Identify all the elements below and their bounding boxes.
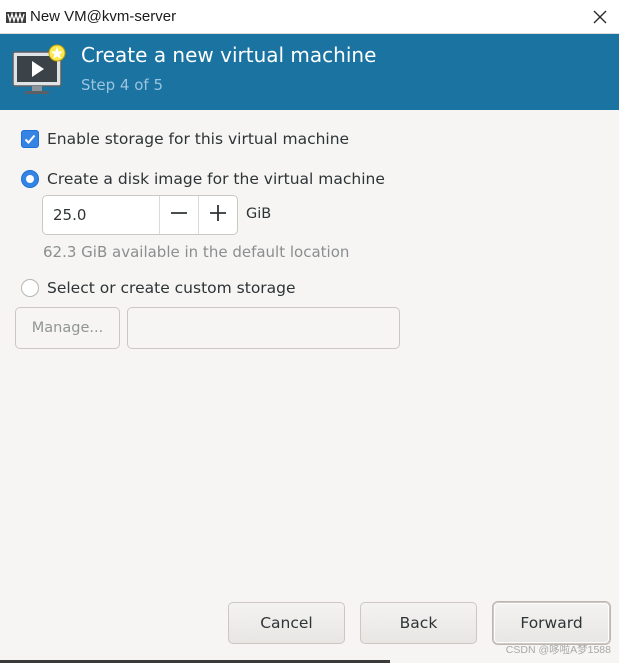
enable-storage-label: Enable storage for this virtual machine	[47, 130, 350, 148]
vm-monitor-icon	[10, 44, 68, 102]
custom-storage-radio[interactable]: Select or create custom storage	[21, 279, 296, 297]
plus-icon	[209, 204, 227, 226]
radio-selected-indicator[interactable]	[21, 170, 39, 188]
disk-size-spinbutton[interactable]	[42, 195, 238, 235]
close-icon[interactable]	[589, 6, 611, 28]
csdn-watermark: CSDN @哆啦A梦1588	[505, 644, 611, 656]
radio-unselected-indicator[interactable]	[21, 279, 39, 297]
available-space-text: 62.3 GiB available in the default locati…	[43, 243, 350, 261]
forward-button[interactable]: Forward	[493, 602, 610, 644]
window-title: New VM@kvm-server	[30, 8, 177, 25]
disk-size-unit: GiB	[246, 206, 272, 222]
custom-storage-label: Select or create custom storage	[47, 279, 296, 297]
window-titlebar: New VM@kvm-server	[0, 0, 619, 34]
checkmark-icon[interactable]	[21, 130, 39, 148]
virt-manager-icon	[6, 10, 26, 29]
minus-icon	[170, 204, 188, 226]
wizard-step: Step 4 of 5	[81, 76, 164, 94]
decrement-button[interactable]	[159, 196, 198, 234]
wizard-header: Create a new virtual machine Step 4 of 5	[0, 34, 619, 110]
custom-storage-path-input[interactable]	[127, 307, 400, 349]
enable-storage-checkbox[interactable]: Enable storage for this virtual machine	[21, 130, 349, 148]
increment-button[interactable]	[198, 196, 237, 234]
cancel-button[interactable]: Cancel	[228, 602, 345, 644]
wizard-title: Create a new virtual machine	[81, 43, 377, 67]
disk-size-input[interactable]	[43, 196, 159, 234]
create-disk-image-label: Create a disk image for the virtual mach…	[47, 170, 385, 188]
back-button[interactable]: Back	[360, 602, 477, 644]
create-disk-image-radio[interactable]: Create a disk image for the virtual mach…	[21, 170, 385, 188]
manage-button[interactable]: Manage...	[15, 307, 120, 349]
